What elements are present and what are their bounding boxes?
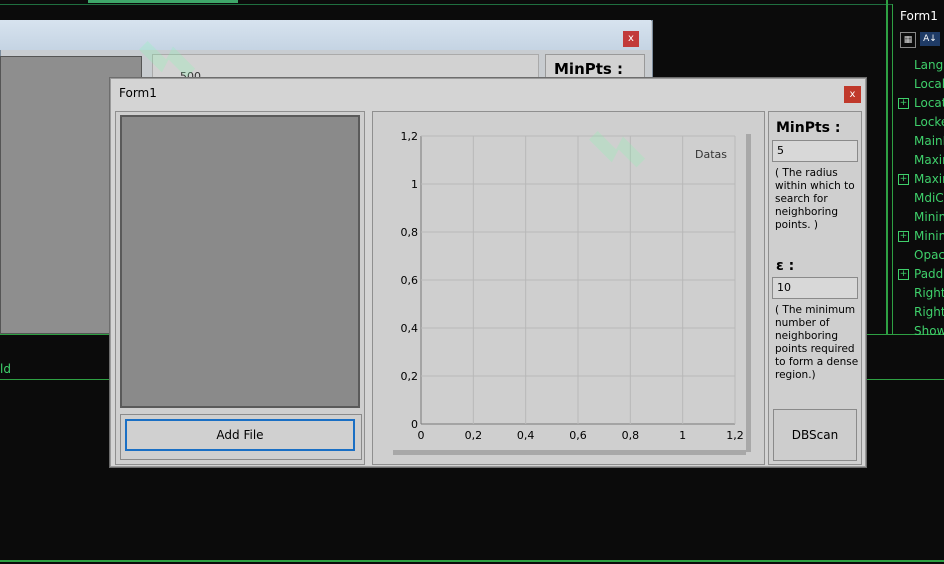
y-tick-label: 0,4 xyxy=(401,322,419,335)
dbscan-button[interactable]: DBScan xyxy=(773,409,857,461)
expand-icon[interactable]: + xyxy=(898,269,909,280)
x-tick-label: 0,2 xyxy=(465,429,483,442)
y-tick-label: 0,6 xyxy=(401,274,419,287)
categorized-view-icon[interactable]: ▦ xyxy=(900,32,916,48)
property-item[interactable]: RightT xyxy=(914,305,944,319)
epsilon-label: ε : xyxy=(776,258,795,274)
property-item[interactable]: Show xyxy=(914,324,944,338)
minpts-label: MinPts : xyxy=(776,120,841,136)
x-tick-label: 0,8 xyxy=(622,429,640,442)
scatter-chart: 00 0,2 0,2 0,4 0,4 0,6 0,6 0,8 0,8 1 1 1,2 1,2 Datas xyxy=(393,130,751,455)
property-item[interactable]: MainI xyxy=(914,134,944,148)
legend-entry-datas: Datas xyxy=(695,148,727,161)
epsilon-input[interactable]: 10 xyxy=(772,277,858,299)
property-item[interactable]: MdiC xyxy=(914,191,944,205)
expand-icon[interactable]: + xyxy=(898,231,909,242)
property-item[interactable]: Maxin xyxy=(914,172,944,186)
chart-grid xyxy=(420,135,736,425)
expand-icon[interactable]: + xyxy=(898,98,909,109)
file-panel: Add File xyxy=(115,111,365,465)
add-file-group: Add File xyxy=(120,414,362,460)
y-tick-label: 0,2 xyxy=(401,370,419,383)
minpts-description: ( The radius within which to search for … xyxy=(775,167,855,231)
property-item[interactable]: Minim xyxy=(914,210,944,224)
form-titlebar[interactable] xyxy=(111,79,865,108)
x-tick-label: 0,4 xyxy=(517,429,535,442)
vertical-scrollbar[interactable] xyxy=(746,134,751,452)
form-title: Form1 xyxy=(119,86,157,100)
background-close-button[interactable]: x xyxy=(623,31,639,47)
parameters-panel: MinPts : 5 ( The radius within which to … xyxy=(768,111,862,465)
property-item[interactable]: RightT xyxy=(914,286,944,300)
y-tick-label: 1,2 xyxy=(401,130,419,143)
properties-panel xyxy=(892,4,944,334)
horizontal-scrollbar[interactable] xyxy=(393,450,746,455)
add-file-button[interactable]: Add File xyxy=(125,419,355,451)
ide-output-text: ld xyxy=(0,362,11,376)
property-item[interactable]: Minin xyxy=(914,229,944,243)
ide-active-tab-indicator xyxy=(88,0,238,3)
property-item[interactable]: Locali xyxy=(914,77,944,91)
alphabetical-sort-icon[interactable]: A↓ xyxy=(920,32,940,46)
background-minpts-label: MinPts : xyxy=(554,60,624,78)
property-item[interactable]: Opaci xyxy=(914,248,944,262)
chart-ticks: 00 0,2 0,2 0,4 0,4 0,6 0,6 0,8 0,8 1 1 1,2 1,2 xyxy=(401,130,744,442)
property-item[interactable]: Locati xyxy=(914,96,944,110)
y-tick-label: 1 xyxy=(411,178,418,191)
property-item[interactable]: Paddi xyxy=(914,267,944,281)
y-tick-label: 0,8 xyxy=(401,226,419,239)
properties-divider xyxy=(886,0,888,334)
form1-window: Form1 x Add File 0 0 0,2 0,2 0,4 0,4 0,6 0,6 0,8… xyxy=(110,78,866,467)
background-form-titlebar xyxy=(0,20,651,50)
property-item[interactable]: Maxim xyxy=(914,153,944,167)
properties-title: Form1 xyxy=(900,9,938,23)
x-tick-label: 1,2 xyxy=(726,429,744,442)
x-tick-label: 0,6 xyxy=(569,429,587,442)
chart-panel: 0 0 0,2 0,2 0,4 0,4 0,6 0,6 0,8 0,8 1 1 1,2 1,2 Datas xyxy=(372,111,765,465)
expand-icon[interactable]: + xyxy=(898,174,909,185)
property-item[interactable]: Langu xyxy=(914,58,944,72)
close-button[interactable]: x xyxy=(844,86,861,103)
x-tick-label: 0 xyxy=(418,429,425,442)
ide-bottom-border xyxy=(0,560,944,562)
y-tick-label: 0 xyxy=(411,418,418,431)
property-item[interactable]: Locke xyxy=(914,115,944,129)
x-tick-label: 1 xyxy=(679,429,686,442)
epsilon-description: ( The minimum number of neighboring poin… xyxy=(775,304,859,381)
minpts-input[interactable]: 5 xyxy=(772,140,858,162)
file-list[interactable] xyxy=(120,115,360,408)
